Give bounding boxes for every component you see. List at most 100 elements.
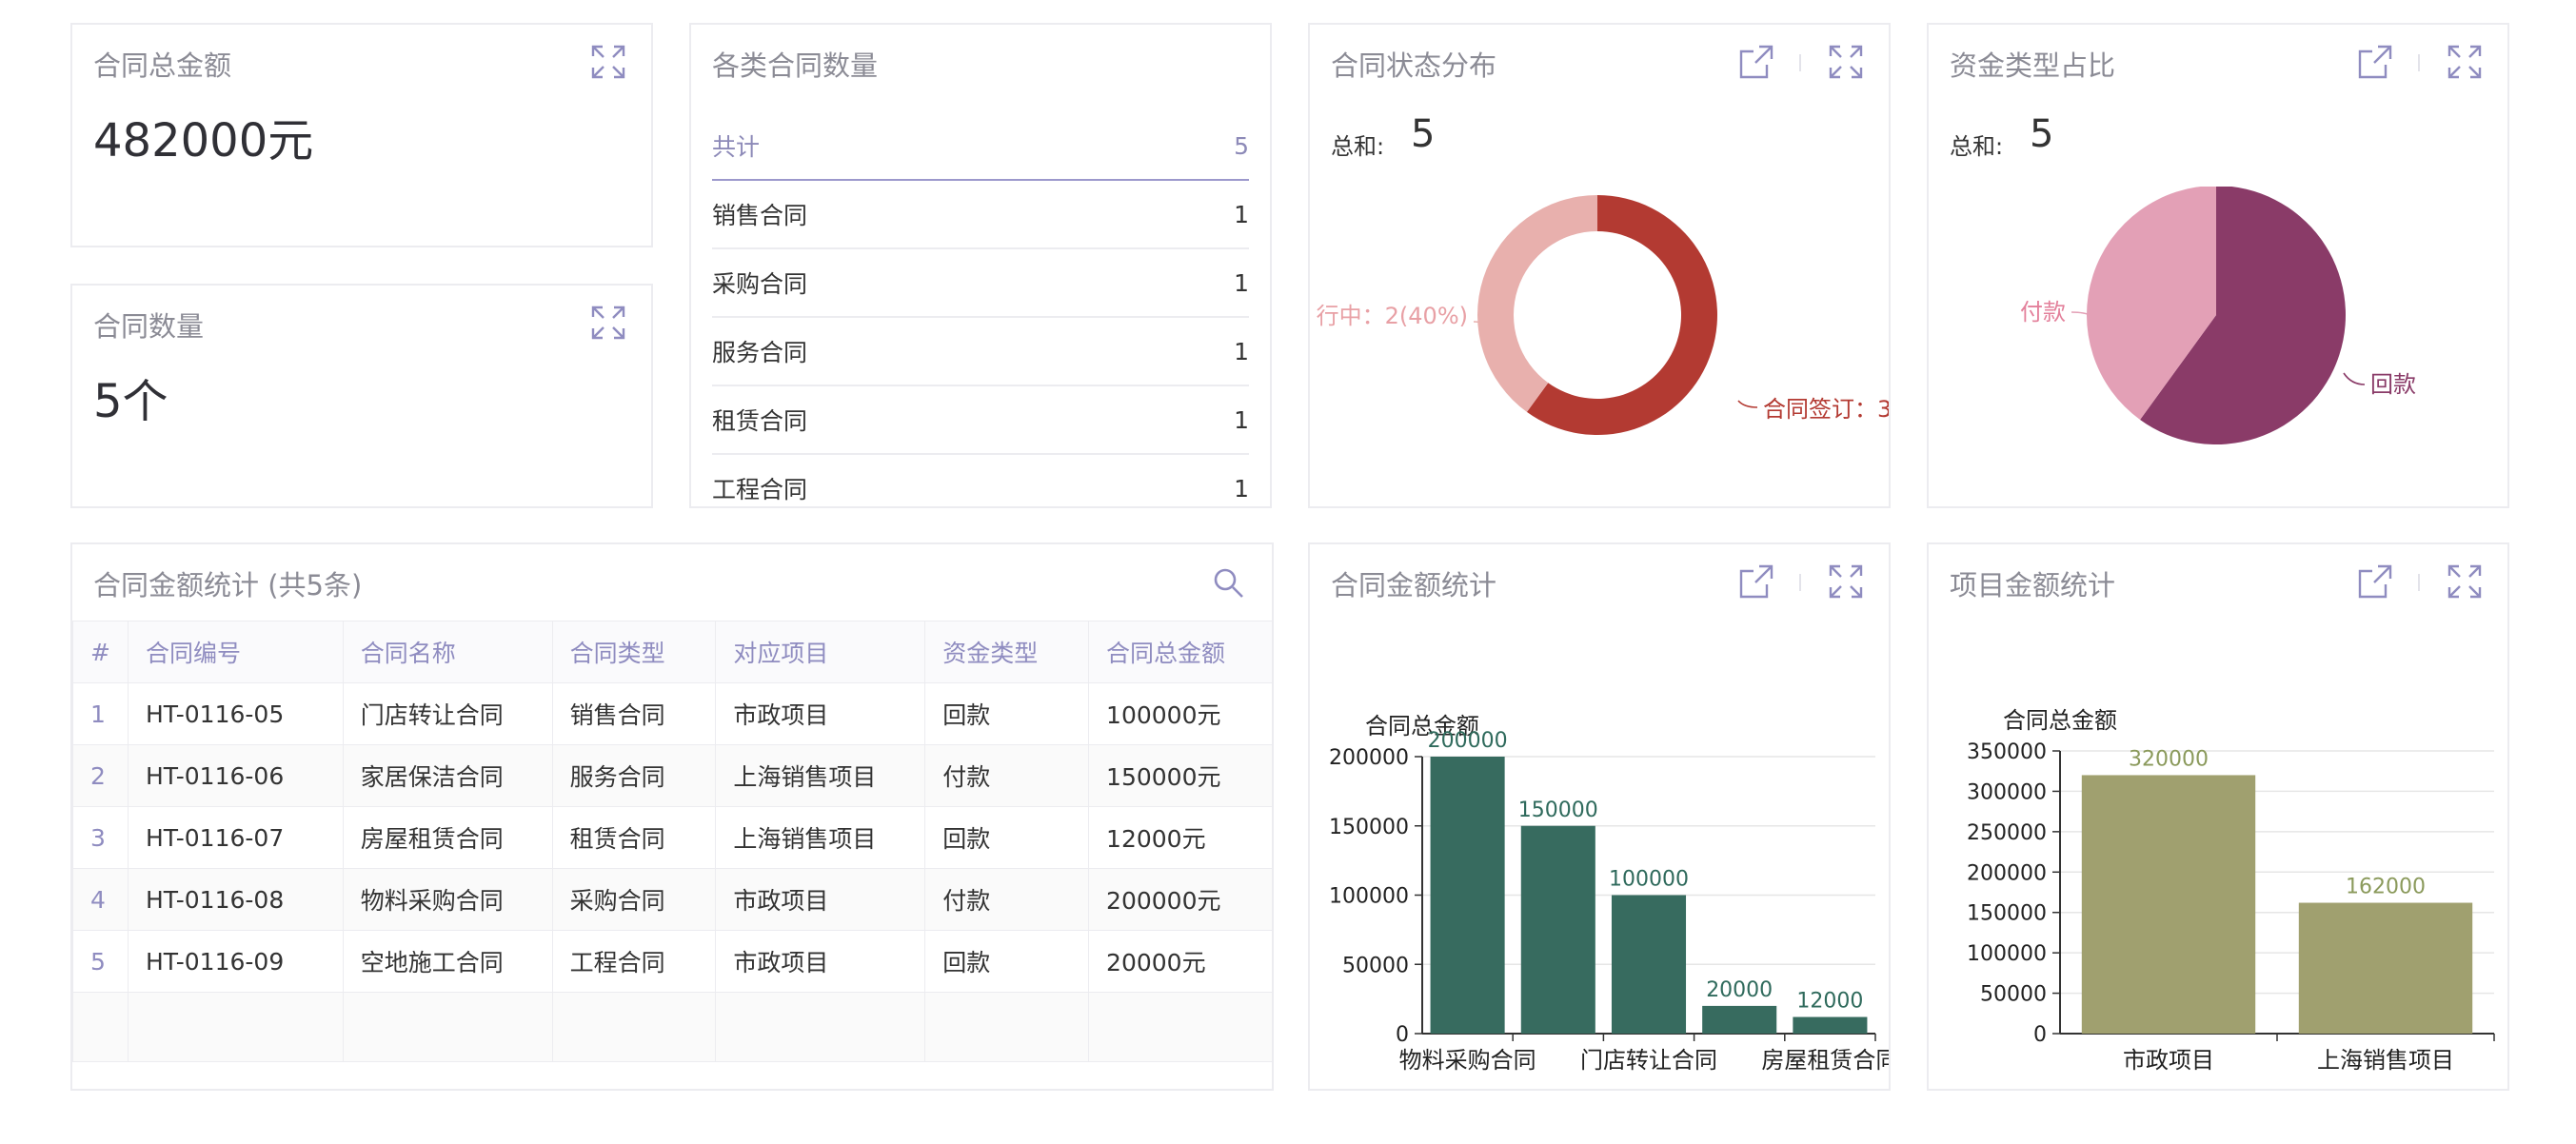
column-header[interactable]: 合同名称 — [342, 621, 553, 683]
table-row[interactable]: 3 HT-0116-07 房屋租赁合同 租赁合同 上海销售项目 回款 12000… — [72, 806, 1272, 869]
table-cell: HT-0116-08 — [127, 868, 344, 931]
table-cell: 市政项目 — [715, 868, 926, 931]
contract-table-card: 合同金额统计 (共5条) # 合同编号 合同名称 合同类型 对应项目 资金类型 … — [70, 542, 1274, 1091]
external-link-icon[interactable] — [2357, 44, 2393, 80]
bar[interactable] — [1430, 757, 1505, 1034]
row-index: 1 — [72, 682, 129, 745]
type-count-list: 共计 5 销售合同 1 采购合同 1 服务合同 1 租赁合同 1 工程合同 1 — [712, 112, 1249, 506]
table-cell: HT-0116-09 — [127, 930, 344, 993]
item-value: 1 — [1234, 474, 1249, 503]
table-cell: 空地施工合同 — [342, 930, 553, 993]
bar-value-label: 20000 — [1706, 978, 1773, 1002]
fund-type-pie-chart: 付款 回款 — [2020, 187, 2416, 444]
table-empty-row — [72, 992, 1272, 1062]
table-row[interactable]: 1 HT-0116-05 门店转让合同 销售合同 市政项目 回款 100000元 — [72, 682, 1272, 745]
column-header[interactable]: 合同编号 — [127, 621, 344, 683]
item-value: 1 — [1234, 200, 1249, 228]
bar[interactable] — [1520, 825, 1595, 1034]
x-tick-label: 上海销售项目 — [2317, 1047, 2454, 1074]
status-distribution-card: 合同状态分布 总和: 5 合同签订：3( 行中：2(40%) — [1308, 23, 1891, 508]
table-cell: 房屋租赁合同 — [342, 806, 553, 869]
fullscreen-icon[interactable] — [1828, 44, 1864, 80]
list-item: 采购合同 1 — [712, 249, 1249, 318]
table-cell: 20000元 — [1088, 930, 1272, 993]
fullscreen-icon[interactable] — [2447, 44, 2483, 80]
list-item: 工程合同 1 — [712, 455, 1249, 506]
fullscreen-icon[interactable] — [1828, 563, 1864, 600]
column-header[interactable]: 合同类型 — [551, 621, 717, 683]
list-item: 销售合同 1 — [712, 181, 1249, 249]
table-row[interactable]: 4 HT-0116-08 物料采购合同 采购合同 市政项目 付款 200000元 — [72, 868, 1272, 931]
table-cell: 家居保洁合同 — [342, 744, 553, 807]
table-cell — [715, 992, 926, 1062]
bar[interactable] — [1793, 1016, 1868, 1034]
y-tick-label: 0 — [1396, 1023, 1409, 1047]
column-header[interactable]: 对应项目 — [715, 621, 926, 683]
bar[interactable] — [2298, 902, 2473, 1034]
table-row[interactable]: 5 HT-0116-09 空地施工合同 工程合同 市政项目 回款 20000元 — [72, 930, 1272, 993]
y-tick-label: 100000 — [1329, 885, 1409, 909]
label-leader-line — [1737, 400, 1758, 408]
toolbar-divider — [2418, 54, 2420, 71]
item-label: 采购合同 — [712, 270, 808, 298]
bar[interactable] — [1702, 1005, 1777, 1034]
y-tick-label: 150000 — [1329, 816, 1409, 839]
table-cell: 回款 — [924, 806, 1090, 869]
bar-value-label: 150000 — [1518, 799, 1598, 822]
x-tick-label: 市政项目 — [2123, 1047, 2214, 1074]
y-tick-label: 250000 — [1967, 821, 2047, 845]
y-axis-title: 合同总金额 — [2003, 707, 2117, 734]
table-cell: 回款 — [924, 930, 1090, 993]
card-title: 合同数量 — [93, 310, 205, 343]
contract-amount-bar-chart: 合同总金额050000100000150000200000200000物料采购合… — [1329, 713, 1889, 1074]
card-title: 各类合同数量 — [712, 49, 879, 82]
list-item: 服务合同 1 — [712, 318, 1249, 386]
external-link-icon[interactable] — [1738, 44, 1774, 80]
contract-count-value: 5个 — [93, 375, 168, 428]
y-tick-label: 200000 — [1967, 861, 2047, 885]
table-cell — [551, 992, 717, 1062]
fullscreen-icon[interactable] — [2447, 563, 2483, 600]
table-cell: HT-0116-06 — [127, 744, 344, 807]
slice-label: 付款 — [2020, 299, 2066, 325]
sum-value: 5 — [2030, 112, 2054, 156]
table-cell: 工程合同 — [551, 930, 717, 993]
fullscreen-icon[interactable] — [590, 44, 626, 80]
bar[interactable] — [2081, 775, 2256, 1034]
bar[interactable] — [1611, 895, 1687, 1035]
table-cell — [72, 992, 129, 1062]
table-cell: 物料采购合同 — [342, 868, 553, 931]
table-cell: HT-0116-07 — [127, 806, 344, 869]
table-cell: 100000元 — [1088, 682, 1272, 745]
table-cell — [1088, 992, 1272, 1062]
table-cell: 付款 — [924, 868, 1090, 931]
slice-label: 回款 — [2370, 371, 2416, 398]
bar-value-label: 12000 — [1796, 990, 1863, 1014]
sum-value: 5 — [1411, 112, 1436, 156]
table-cell — [127, 992, 344, 1062]
item-label: 服务合同 — [712, 339, 808, 366]
table-cell: 门店转让合同 — [342, 682, 553, 745]
toolbar-divider — [2418, 574, 2420, 591]
external-link-icon[interactable] — [2357, 563, 2393, 600]
external-link-icon[interactable] — [1738, 563, 1774, 600]
bar-value-label: 320000 — [2129, 747, 2209, 771]
total-amount-value: 482000元 — [93, 114, 314, 168]
bar-value-label: 200000 — [1428, 729, 1508, 753]
search-icon[interactable] — [1211, 565, 1247, 602]
bar-value-label: 100000 — [1609, 868, 1689, 892]
pie-slice[interactable] — [1477, 195, 1597, 412]
column-header[interactable]: # — [72, 621, 129, 683]
table-cell: 销售合同 — [551, 682, 717, 745]
fullscreen-icon[interactable] — [590, 305, 626, 341]
item-label: 工程合同 — [712, 476, 808, 503]
column-header[interactable]: 合同总金额 — [1088, 621, 1272, 683]
table-row[interactable]: 2 HT-0116-06 家居保洁合同 服务合同 上海销售项目 付款 15000… — [72, 744, 1272, 807]
item-value: 1 — [1234, 405, 1249, 434]
column-header[interactable]: 资金类型 — [924, 621, 1090, 683]
card-title: 项目金额统计 — [1950, 569, 2116, 602]
contract-table: # 合同编号 合同名称 合同类型 对应项目 资金类型 合同总金额 1 HT-01… — [72, 621, 1272, 1062]
total-label: 共计 — [712, 133, 761, 161]
list-item: 租赁合同 1 — [712, 386, 1249, 455]
table-cell: 采购合同 — [551, 868, 717, 931]
